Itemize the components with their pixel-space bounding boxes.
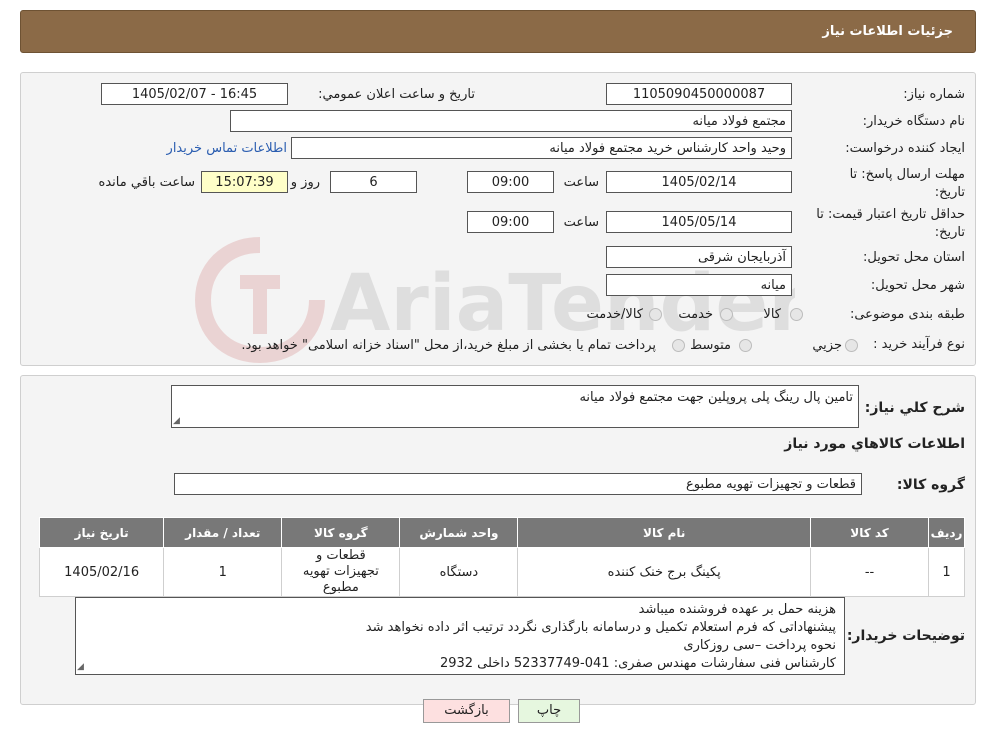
col-item-name: نام كالا [517,517,812,548]
cell-need-date: 1405/02/16 [38,547,165,597]
validity-label: حداقل تاريخ اعتبار قيمت: تا تاریخ: [816,206,965,242]
col-row-number: رديف [928,517,965,548]
validity-time-label: ساعت [563,215,599,230]
province-label: استان محل تحويل: [863,250,965,265]
cell-row-number: 1 [928,547,965,597]
days-label: روز و [290,175,320,190]
summary-field: تامین پال رینگ پلی پروپلین جهت مجتمع فول… [171,385,859,428]
page-title: جزئیات اطلاعات نیاز [20,10,976,53]
deadline-days-field: 6 [330,171,417,193]
validity-date-field: 1405/05/14 [606,211,792,233]
deadline-time-label: ساعت [563,175,599,190]
buyer-contact-link[interactable]: اطلاعات تماس خريدار [167,141,287,156]
col-group: گروه كالا [281,517,401,548]
category-option-goods: کالا [763,307,781,322]
category-radio-goods[interactable] [790,308,803,321]
announce-label: تاریخ و ساعت اعلان عمومي: [318,87,475,102]
buyer-field: مجتمع فولاد میانه [230,110,792,132]
table-header-row: رديف كد كالا نام كالا واحد شمارش گروه كا… [38,517,965,548]
watermark-text: AriaTender.neT [330,259,795,349]
validity-label-line1: حداقل تاريخ اعتبار قيمت: تا [816,207,965,222]
process-note: پرداخت تمام یا بخشی از مبلغ خرید،از محل … [241,338,656,353]
buyer-note-line: هزینه حمل بر عهده فروشنده میباشد [638,602,836,617]
cell-group: قطعات و تجهیزات تهویه مطبوع [281,547,401,597]
goods-group-field: قطعات و تجهیزات تهویه مطبوع [174,473,862,495]
print-button[interactable]: چاپ [518,699,580,723]
remaining-time-field: 15:07:39 [201,171,288,193]
city-field: میانه [606,274,792,296]
process-label: نوع فرآيند خريد : [873,337,965,352]
process-option-minor: جزيي [812,338,842,353]
col-quantity: تعداد / مقدار [163,517,283,548]
buyer-notes-field: هزینه حمل بر عهده فروشنده میباشد پیشنهاد… [75,597,845,675]
validity-time-field: 09:00 [467,211,554,233]
deadline-label-line1: مهلت ارسال پاسخ: تا [849,167,965,182]
deadline-label-line2: تاریخ: [934,185,965,200]
process-radio-medium[interactable] [739,339,752,352]
col-unit: واحد شمارش [399,517,519,548]
province-field: آذربایجان شرقی [606,246,792,268]
category-label: طبقه بندی موضوعی: [849,307,965,322]
category-option-service: خدمت [678,307,713,322]
remaining-label: ساعت باقي مانده [98,175,195,190]
buyer-note-line: کارشناس فنی سفارشات مهندس صفری: 041-5233… [439,656,836,671]
back-button[interactable]: بازگشت [423,699,510,723]
cell-quantity: 1 [163,547,283,597]
cell-item-name: پکینگ برج خنک کننده [517,547,812,597]
buyer-note-line: پیشنهاداتی که فرم استعلام تکمیل و درساما… [365,620,836,635]
category-radio-service[interactable] [720,308,733,321]
city-label: شهر محل تحويل: [870,278,965,293]
announce-field: 1405/02/07 - 16:45 [101,83,288,105]
need-number-field: 1105090450000087 [606,83,792,105]
resize-grip-icon[interactable]: ◢ [173,416,180,426]
deadline-label: مهلت ارسال پاسخ: تا تاریخ: [850,166,965,202]
process-option-medium: متوسط [690,338,731,353]
category-radio-goods-service[interactable] [649,308,662,321]
deadline-date-field: 1405/02/14 [606,171,792,193]
cell-item-code: -- [810,547,930,597]
items-table: رديف كد كالا نام كالا واحد شمارش گروه كا… [38,517,965,597]
buyer-notes-label: توضيحات خريدار: [846,628,965,644]
need-number-label: شماره نیاز: [903,87,965,102]
goods-section-title: اطلاعات كالاهاي مورد نياز [784,436,965,452]
process-radio-treasury[interactable] [672,339,685,352]
summary-label: شرح كلي نياز: [864,400,965,416]
goods-group-label: گروه كالا: [896,477,965,493]
table-row: 1 -- پکینگ برج خنک کننده دستگاه قطعات و … [38,547,965,597]
deadline-time-field: 09:00 [467,171,554,193]
creator-field: وحید واحد کارشناس خرید مجتمع فولاد میانه [291,137,792,159]
process-radio-minor[interactable] [845,339,858,352]
validity-label-line2: تاریخ: [934,225,965,240]
col-need-date: تاريخ نياز [38,517,165,548]
col-item-code: كد كالا [810,517,930,548]
resize-grip-icon[interactable]: ◢ [77,662,84,672]
creator-label: ايجاد کننده درخواست: [845,141,965,156]
buyer-label: نام دستگاه خريدار: [862,114,965,129]
buyer-note-line: نحوه پرداخت –سی روزکاری [683,638,836,653]
category-option-goods-service: کالا/خدمت [586,307,643,322]
cell-unit: دستگاه [399,547,519,597]
